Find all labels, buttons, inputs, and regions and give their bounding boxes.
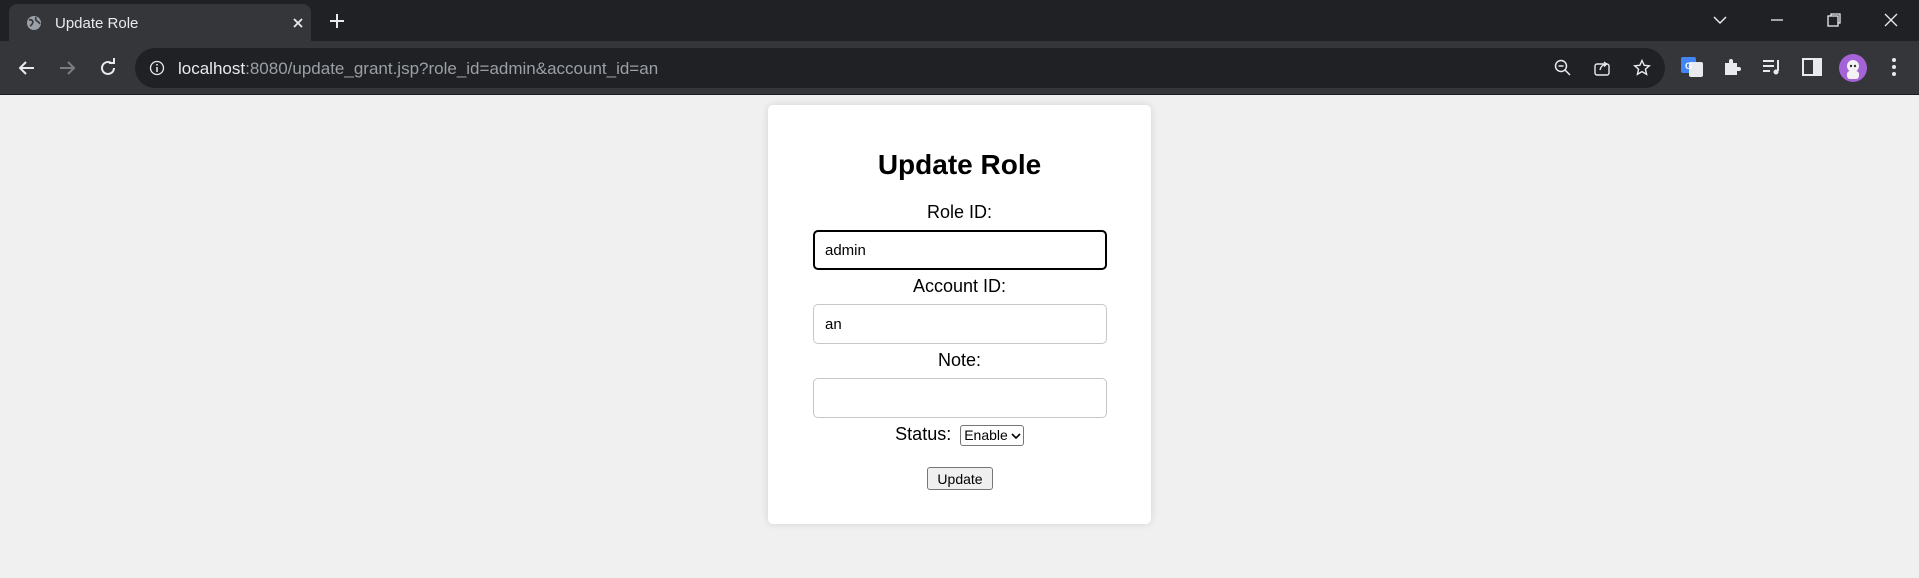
media-controls-icon[interactable] [1760, 55, 1784, 79]
forward-arrow-icon[interactable] [55, 56, 79, 80]
address-bar[interactable]: localhost:8080/update_grant.jsp?role_id=… [135, 48, 1665, 88]
svg-text:G: G [1685, 61, 1692, 71]
extensions-puzzle-icon[interactable] [1720, 55, 1744, 79]
site-info-icon[interactable] [149, 60, 165, 76]
zoom-out-icon[interactable] [1553, 58, 1573, 78]
browser-tab[interactable]: Update Role [9, 4, 311, 41]
status-select[interactable]: Enable [960, 424, 1024, 446]
role-id-label: Role ID: [926, 202, 993, 222]
update-button[interactable]: Update [927, 467, 993, 490]
page-title: Update Role [877, 149, 1042, 180]
new-tab-icon[interactable] [327, 11, 347, 31]
globe-icon [27, 16, 41, 30]
minimize-icon[interactable] [1766, 9, 1788, 31]
kebab-menu-icon[interactable] [1882, 55, 1906, 79]
url-path: :8080/update_grant.jsp?role_id=admin&acc… [245, 59, 659, 78]
back-arrow-icon[interactable] [15, 56, 39, 80]
update-role-card: Update Role Role ID: Account ID: Note: S… [768, 105, 1151, 524]
browser-toolbar: localhost:8080/update_grant.jsp?role_id=… [0, 41, 1919, 95]
note-input[interactable] [813, 378, 1107, 418]
avatar-icon [1847, 60, 1859, 79]
account-id-label: Account ID: [912, 276, 1007, 296]
bookmark-star-icon[interactable] [1632, 58, 1652, 78]
window-close-icon[interactable] [1880, 9, 1902, 31]
profile-avatar[interactable] [1839, 54, 1867, 82]
status-selected-value: Enable [964, 426, 1008, 443]
url-text[interactable]: localhost:8080/update_grant.jsp?role_id=… [178, 59, 658, 79]
url-host: localhost [178, 59, 246, 78]
chevron-down-icon [1011, 433, 1021, 439]
google-translate-icon[interactable]: G [1680, 55, 1704, 79]
tab-search-chevron-icon[interactable] [1709, 9, 1731, 31]
note-label: Note: [937, 350, 982, 370]
tab-title: Update Role [55, 15, 139, 32]
browser-titlebar: Update Role [0, 0, 1919, 41]
side-panel-icon[interactable] [1800, 55, 1824, 79]
status-label: Status: [895, 424, 952, 444]
status-row: Status: Enable [768, 424, 1151, 446]
restore-icon[interactable] [1823, 9, 1845, 31]
account-id-input[interactable] [813, 304, 1107, 344]
share-icon[interactable] [1592, 58, 1612, 78]
reload-icon[interactable] [96, 56, 120, 80]
close-icon[interactable] [289, 14, 307, 32]
role-id-input[interactable] [813, 230, 1107, 270]
